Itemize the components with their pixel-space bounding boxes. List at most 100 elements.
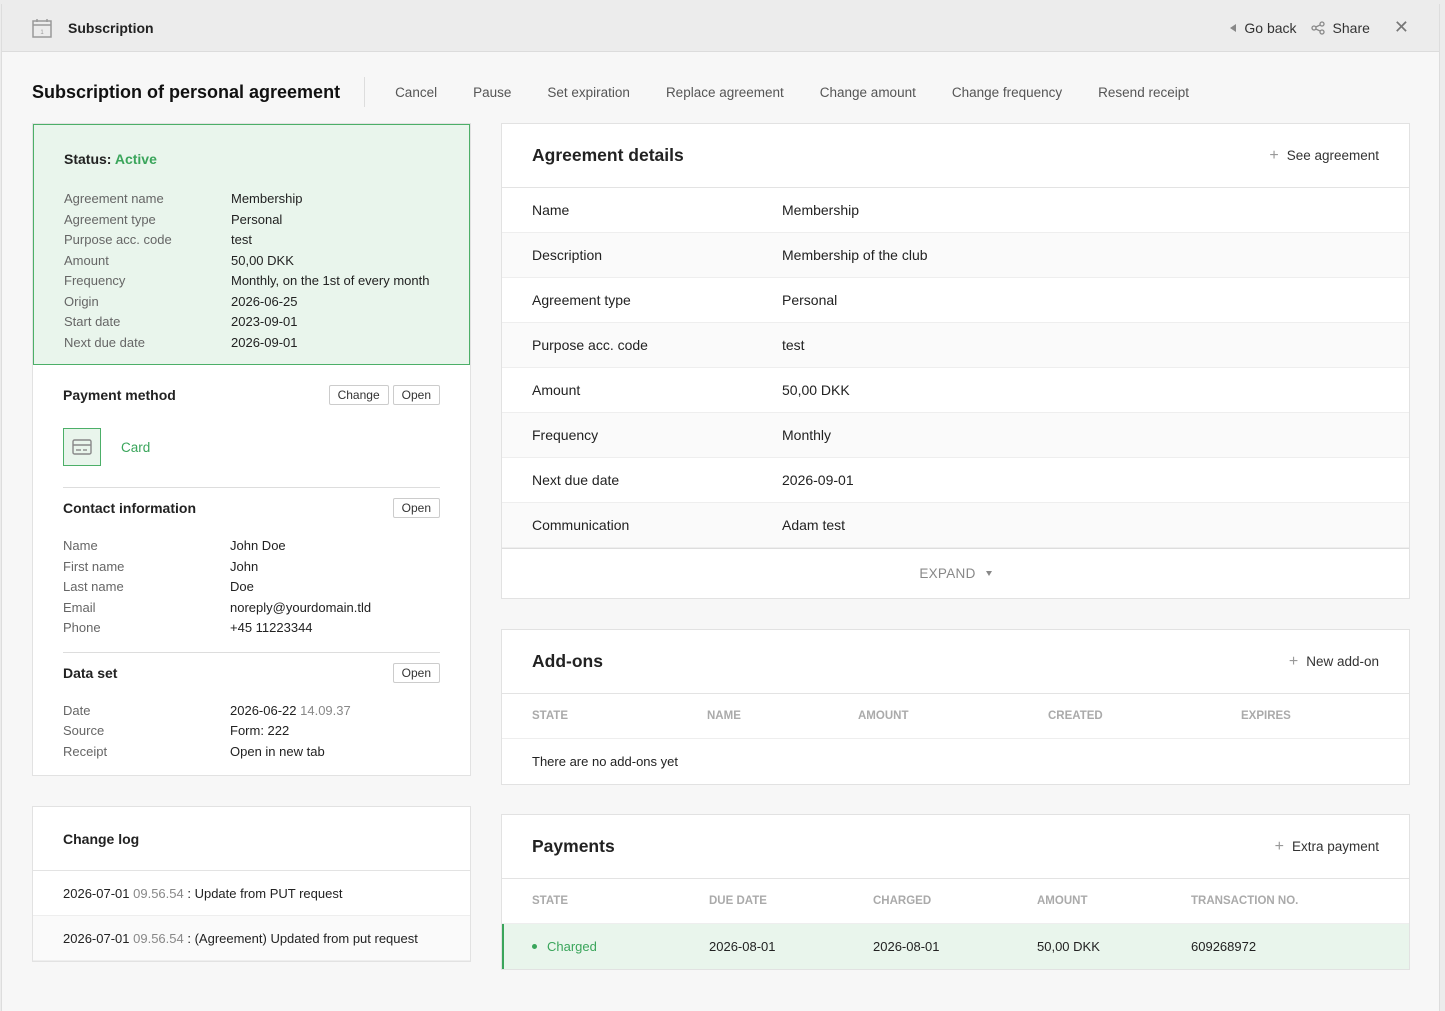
set-expiration-action[interactable]: Set expiration (547, 85, 630, 100)
log-text: : Update from PUT request (187, 885, 343, 901)
top-bar: 1 Subscription Go back Share ✕ (2, 4, 1439, 52)
status-label: Status: (64, 151, 112, 167)
column-header: AMOUNT (858, 710, 909, 722)
status-box: Status: Active Agreement name Membership … (33, 124, 470, 365)
detail-value: 2026-09-01 (231, 334, 298, 350)
payments-card: Payments + Extra payment STATE DUE DATE C… (501, 814, 1410, 970)
detail-key: Frequency (532, 427, 599, 443)
detail-key: Source (63, 723, 105, 738)
detail-key: Email (63, 599, 96, 615)
detail-row: Next due date 2026-09-01 (502, 458, 1409, 503)
resend-receipt-action[interactable]: Resend receipt (1098, 85, 1189, 100)
change-log-row: 2026-07-01 09.56.54 : (Agreement) Update… (33, 916, 470, 961)
log-date: 2026-07-01 (63, 885, 130, 901)
detail-key: Receipt (63, 743, 108, 759)
calendar-icon: 1 (32, 18, 52, 38)
pause-action[interactable]: Pause (473, 85, 511, 100)
payments-title: Payments (532, 836, 615, 856)
app-frame: 1 Subscription Go back Share ✕ Subscript… (1, 4, 1440, 1011)
receipt-link[interactable]: Open in new tab (230, 744, 440, 760)
column-header: CREATED (1048, 710, 1103, 722)
chevron-down-icon (985, 571, 992, 576)
go-back-label: Go back (1244, 19, 1297, 36)
column-header: STATE (532, 710, 568, 722)
email-link[interactable]: noreply@yourdomain.tld (230, 600, 440, 616)
open-dataset-button[interactable]: Open (392, 662, 440, 683)
detail-key: Last name (63, 579, 124, 594)
payment-method-title: Payment method (63, 387, 176, 403)
page-header: Subscription of personal agreement Cance… (32, 72, 1189, 112)
extra-payment-button[interactable]: + Extra payment (1275, 838, 1379, 856)
payment-state: Charged (547, 939, 597, 954)
detail-value: 2023-09-01 (231, 314, 298, 329)
see-agreement-label: See agreement (1286, 148, 1379, 163)
change-log-title: Change log (33, 807, 470, 871)
agreement-rows: Name Membership Description Membership of … (502, 188, 1409, 548)
new-addon-label: New add-on (1306, 654, 1379, 669)
go-back-button[interactable]: Go back (1230, 19, 1297, 36)
dataset-section: Data set Open Date 2026-06-22 14.09.37 S… (33, 653, 470, 760)
expand-button[interactable]: EXPAND (502, 548, 1409, 598)
summary-card: Status: Active Agreement name Membership … (32, 123, 471, 776)
detail-key: Next due date (64, 334, 145, 350)
log-time: 09.56.54 (133, 885, 184, 901)
detail-key: Amount (532, 382, 581, 398)
dataset-time: 14.09.37 (300, 702, 351, 718)
payment-transaction-no: 609268972 (1191, 939, 1257, 954)
change-log-row: 2026-07-01 09.56.54 : Update from PUT re… (33, 871, 470, 916)
new-addon-button[interactable]: + New add-on (1289, 653, 1379, 671)
addons-empty-message: There are no add-ons yet (532, 754, 678, 769)
detail-key: Next due date (532, 472, 620, 488)
column-header: CHARGED (873, 895, 932, 907)
detail-key: Agreement type (532, 292, 631, 308)
column-header: AMOUNT (1037, 895, 1088, 907)
detail-key: Phone (63, 620, 101, 635)
change-amount-action[interactable]: Change amount (820, 85, 916, 100)
communication-link[interactable]: Adam test (782, 517, 845, 533)
change-payment-button[interactable]: Change (328, 385, 389, 405)
detail-key: Origin (64, 293, 99, 309)
payment-method-section: Payment method Change Open Card (33, 365, 470, 469)
detail-key: Frequency (64, 273, 126, 288)
close-icon[interactable]: ✕ (1394, 17, 1409, 38)
detail-row: Description Membership of the club (502, 233, 1409, 278)
column-header: EXPIRES (1241, 710, 1291, 722)
contact-title: Contact information (63, 500, 196, 516)
detail-row: Agreement type Personal (502, 278, 1409, 323)
detail-value: test (231, 232, 252, 247)
detail-key: Communication (532, 517, 630, 533)
detail-value: Monthly, on the 1st of every month (231, 273, 430, 288)
log-date: 2026-07-01 (63, 930, 130, 946)
open-contact-button[interactable]: Open (392, 498, 440, 518)
see-agreement-button[interactable]: + See agreement (1269, 147, 1379, 165)
share-button[interactable]: Share (1310, 20, 1370, 36)
addons-title: Add-ons (532, 651, 603, 671)
detail-value: +45 11223344 (230, 620, 313, 635)
cancel-action[interactable]: Cancel (395, 85, 437, 100)
dataset-date: 2026-06-22 (230, 702, 297, 718)
extra-payment-label: Extra payment (1291, 839, 1379, 854)
change-log-card: Change log 2026-07-01 09.56.54 : Update … (32, 806, 471, 962)
plus-icon: + (1274, 837, 1284, 855)
open-payment-button[interactable]: Open (392, 385, 440, 405)
status-line: Status: Active (64, 151, 439, 167)
source-link[interactable]: Form: 222 (230, 723, 440, 739)
detail-value: Personal (782, 292, 838, 308)
payment-charged-date: 2026-08-01 (873, 939, 940, 954)
credit-card-icon (63, 428, 101, 466)
status-details: Agreement name Membership Agreement type P… (64, 191, 439, 350)
detail-value: 2026-09-01 (782, 472, 854, 488)
contact-details: Name John Doe First name John Last name Doe… (63, 538, 440, 636)
detail-key: Date (63, 702, 91, 718)
detail-key: Name (63, 538, 98, 553)
payment-row[interactable]: Charged 2026-08-01 2026-08-01 50,00 DKK … (502, 924, 1409, 969)
detail-row: Frequency Monthly (502, 413, 1409, 458)
detail-value: Monthly (782, 427, 832, 443)
column-header: STATE (532, 895, 568, 907)
replace-agreement-action[interactable]: Replace agreement (666, 85, 784, 100)
window-title: Subscription (68, 19, 154, 36)
detail-value: Doe (230, 579, 254, 594)
detail-value: test (782, 337, 805, 353)
change-frequency-action[interactable]: Change frequency (952, 85, 1062, 100)
payment-method-type[interactable]: Card (121, 440, 150, 455)
